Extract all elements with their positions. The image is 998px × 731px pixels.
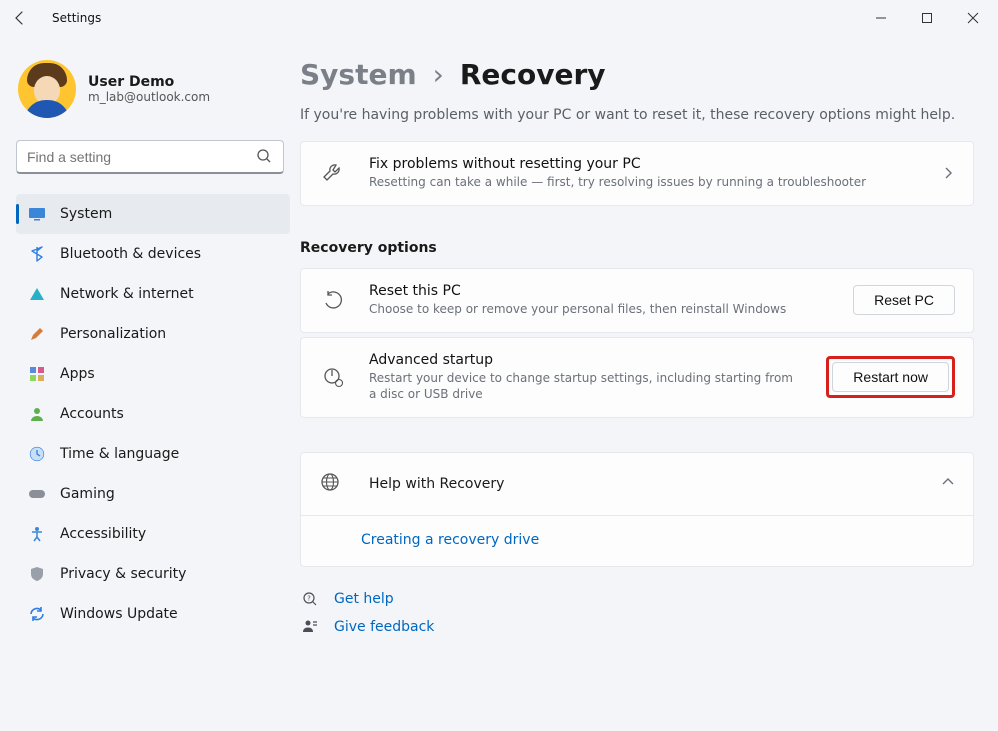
close-button[interactable]: [950, 0, 996, 36]
nav-label: Accounts: [60, 406, 124, 422]
highlight-box: Restart now: [826, 356, 955, 398]
wifi-icon: [28, 285, 46, 303]
card-title: Reset this PC: [369, 283, 831, 299]
monitor-icon: [28, 205, 46, 223]
update-icon: [28, 605, 46, 623]
section-label: Recovery options: [300, 240, 974, 256]
apps-icon: [28, 365, 46, 383]
nav-label: Apps: [60, 366, 95, 382]
nav-item-update[interactable]: Windows Update: [16, 594, 290, 634]
power-gear-icon: [319, 366, 347, 388]
user-name: User Demo: [88, 74, 210, 90]
footer-links: ? Get help Give feedback: [300, 591, 974, 635]
fix-problems-card[interactable]: Fix problems without resetting your PC R…: [300, 141, 974, 206]
avatar: [18, 60, 76, 118]
breadcrumb-parent[interactable]: System: [300, 58, 417, 91]
sidebar: User Demo m_lab@outlook.com System Bluet…: [0, 36, 300, 731]
nav-label: Accessibility: [60, 526, 146, 542]
get-help-link[interactable]: ? Get help: [300, 591, 974, 607]
nav-label: Personalization: [60, 326, 166, 342]
shield-icon: [28, 565, 46, 583]
nav-item-gaming[interactable]: Gaming: [16, 474, 290, 514]
nav-label: Bluetooth & devices: [60, 246, 201, 262]
help-icon: ?: [300, 591, 320, 607]
reset-pc-card: Reset this PC Choose to keep or remove y…: [300, 268, 974, 333]
bluetooth-icon: [28, 245, 46, 263]
advanced-startup-card: Advanced startup Restart your device to …: [300, 337, 974, 419]
nav-item-accounts[interactable]: Accounts: [16, 394, 290, 434]
nav-label: Network & internet: [60, 286, 194, 302]
brush-icon: [28, 325, 46, 343]
maximize-button[interactable]: [904, 0, 950, 36]
nav-list: System Bluetooth & devices Network & int…: [16, 194, 290, 634]
person-icon: [28, 405, 46, 423]
help-link-row: Creating a recovery drive: [301, 515, 973, 566]
feedback-icon: [300, 619, 320, 635]
give-feedback-label: Give feedback: [334, 619, 434, 635]
nav-label: Gaming: [60, 486, 115, 502]
page-subtitle: If you're having problems with your PC o…: [300, 107, 974, 123]
gamepad-icon: [28, 485, 46, 503]
breadcrumb-current: Recovery: [460, 58, 606, 91]
chevron-up-icon: [941, 475, 955, 493]
svg-text:?: ?: [307, 595, 311, 603]
titlebar: Settings: [0, 0, 998, 36]
nav-item-accessibility[interactable]: Accessibility: [16, 514, 290, 554]
breadcrumb-sep: ›: [433, 58, 444, 91]
nav-item-bluetooth[interactable]: Bluetooth & devices: [16, 234, 290, 274]
back-button[interactable]: [2, 0, 38, 36]
reset-pc-button[interactable]: Reset PC: [853, 285, 955, 315]
nav-item-system[interactable]: System: [16, 194, 290, 234]
help-header[interactable]: Help with Recovery: [301, 453, 973, 515]
user-email: m_lab@outlook.com: [88, 90, 210, 104]
card-title: Advanced startup: [369, 352, 804, 368]
nav-label: Time & language: [60, 446, 179, 462]
get-help-label: Get help: [334, 591, 394, 607]
search-input[interactable]: [16, 140, 284, 174]
help-card: Help with Recovery Creating a recovery d…: [300, 452, 974, 567]
recovery-drive-link[interactable]: Creating a recovery drive: [361, 532, 539, 548]
globe-icon: [319, 471, 347, 497]
window-title: Settings: [52, 11, 101, 25]
nav-label: System: [60, 206, 112, 222]
card-desc: Choose to keep or remove your personal f…: [369, 301, 831, 318]
profile-block[interactable]: User Demo m_lab@outlook.com: [16, 54, 290, 124]
card-title: Fix problems without resetting your PC: [369, 156, 919, 172]
nav-item-privacy[interactable]: Privacy & security: [16, 554, 290, 594]
restart-now-button[interactable]: Restart now: [832, 362, 949, 392]
nav-label: Windows Update: [60, 606, 178, 622]
reset-icon: [319, 289, 347, 311]
main-content: System › Recovery If you're having probl…: [300, 36, 998, 731]
breadcrumb: System › Recovery: [300, 58, 974, 91]
accessibility-icon: [28, 525, 46, 543]
help-title: Help with Recovery: [369, 476, 919, 492]
nav-label: Privacy & security: [60, 566, 186, 582]
clock-icon: [28, 445, 46, 463]
minimize-button[interactable]: [858, 0, 904, 36]
nav-item-personalization[interactable]: Personalization: [16, 314, 290, 354]
wrench-icon: [319, 162, 347, 184]
nav-item-time[interactable]: Time & language: [16, 434, 290, 474]
nav-item-network[interactable]: Network & internet: [16, 274, 290, 314]
card-desc: Restart your device to change startup se…: [369, 370, 799, 404]
give-feedback-link[interactable]: Give feedback: [300, 619, 974, 635]
search-icon: [256, 148, 272, 168]
nav-item-apps[interactable]: Apps: [16, 354, 290, 394]
chevron-right-icon: [941, 166, 955, 180]
card-desc: Resetting can take a while — first, try …: [369, 174, 919, 191]
